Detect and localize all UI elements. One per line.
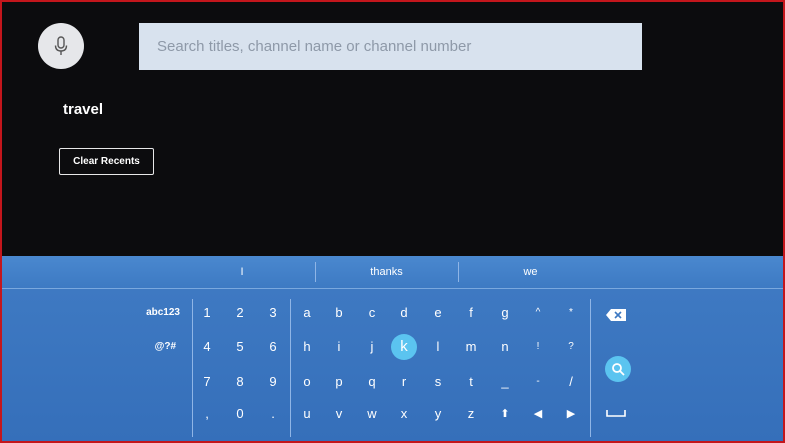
key[interactable]: 5 (230, 336, 250, 358)
suggestion-item[interactable]: we (459, 256, 602, 288)
key[interactable]: q (362, 371, 382, 393)
right-arrow-key-icon[interactable]: ▶ (561, 403, 581, 425)
key[interactable]: _ (495, 371, 515, 393)
key[interactable]: c (362, 302, 382, 324)
key[interactable]: z (461, 403, 481, 425)
key[interactable]: * (561, 302, 581, 324)
space-icon[interactable] (606, 409, 626, 417)
key[interactable]: 1 (197, 302, 217, 324)
key[interactable]: a (297, 302, 317, 324)
key[interactable]: s (428, 371, 448, 393)
search-input[interactable] (139, 23, 642, 70)
shift-key-icon[interactable]: ⬆ (495, 403, 515, 425)
search-key[interactable] (605, 356, 631, 382)
search-icon (612, 363, 625, 376)
key[interactable]: r (394, 371, 414, 393)
key[interactable]: ? (561, 336, 581, 358)
key[interactable]: d (394, 302, 414, 324)
keyboard-keys: abc123 @?# 1 2 3 a b c d e f g ^ * 4 5 6… (2, 289, 783, 441)
key[interactable]: ^ (528, 302, 548, 324)
key[interactable]: , (197, 403, 217, 425)
key-selected[interactable]: k (391, 334, 417, 360)
keyboard-divider (192, 299, 193, 437)
key[interactable]: i (329, 336, 349, 358)
keyboard-divider (290, 299, 291, 437)
mode-key-abc123[interactable]: abc123 (120, 302, 180, 324)
key[interactable]: e (428, 302, 448, 324)
suggestion-bar: I thanks we (2, 256, 783, 289)
key[interactable]: l (428, 336, 448, 358)
key[interactable]: u (297, 403, 317, 425)
keyboard-divider (590, 299, 591, 437)
key[interactable]: o (297, 371, 317, 393)
key[interactable]: / (561, 371, 581, 393)
key[interactable]: ! (528, 336, 548, 358)
mode-key-symbols[interactable]: @?# (120, 336, 176, 358)
backspace-icon[interactable] (605, 308, 627, 322)
microphone-icon (54, 36, 68, 55)
key[interactable]: - (528, 371, 548, 393)
key[interactable]: y (428, 403, 448, 425)
key[interactable]: 9 (263, 371, 283, 393)
clear-recents-button[interactable]: Clear Recents (59, 148, 154, 175)
suggestion-item[interactable]: I (170, 256, 314, 288)
key[interactable]: n (495, 336, 515, 358)
search-area: travel Clear Recents (2, 2, 783, 256)
key[interactable]: 7 (197, 371, 217, 393)
key[interactable]: w (362, 403, 382, 425)
key[interactable]: m (461, 336, 481, 358)
key[interactable]: h (297, 336, 317, 358)
key[interactable]: p (329, 371, 349, 393)
key[interactable]: b (329, 302, 349, 324)
key[interactable]: v (329, 403, 349, 425)
key[interactable]: . (263, 403, 283, 425)
key[interactable]: f (461, 302, 481, 324)
microphone-button[interactable] (38, 23, 84, 69)
tv-search-screen: travel Clear Recents I thanks we abc123 … (0, 0, 785, 443)
onscreen-keyboard: I thanks we abc123 @?# 1 2 3 a b c d e f… (2, 256, 783, 441)
key[interactable]: 6 (263, 336, 283, 358)
key[interactable]: 4 (197, 336, 217, 358)
suggestion-item[interactable]: thanks (316, 256, 457, 288)
recent-search-item[interactable]: travel (63, 101, 103, 118)
key[interactable]: j (362, 336, 382, 358)
key[interactable]: 0 (230, 403, 250, 425)
key[interactable]: 8 (230, 371, 250, 393)
left-arrow-key-icon[interactable]: ◀ (528, 403, 548, 425)
key[interactable]: x (394, 403, 414, 425)
key[interactable]: 2 (230, 302, 250, 324)
key[interactable]: 3 (263, 302, 283, 324)
key[interactable]: g (495, 302, 515, 324)
key[interactable]: t (461, 371, 481, 393)
